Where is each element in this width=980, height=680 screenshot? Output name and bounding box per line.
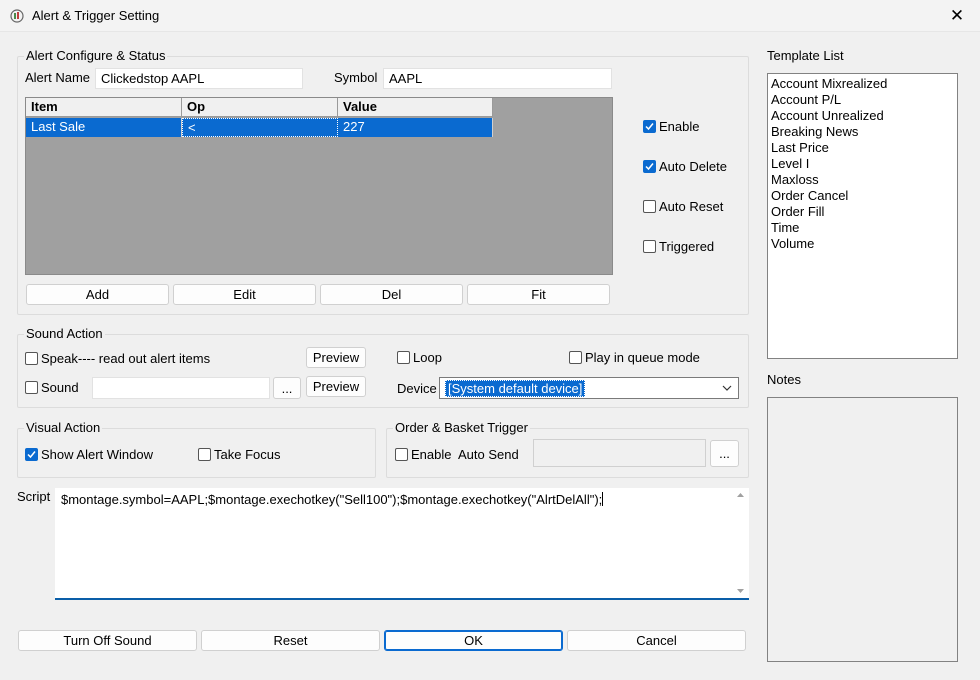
alert-configure-title: Alert Configure & Status [24,48,168,63]
list-item[interactable]: Account P/L [768,92,957,108]
device-label: Device [397,381,437,396]
symbol-label: Symbol [334,70,378,85]
sound-action-title: Sound Action [24,326,105,341]
text-caret [602,492,604,506]
checkbox-box [25,352,38,365]
show-alert-window-checkbox[interactable]: Show Alert Window [25,447,153,462]
enable-checkbox[interactable]: Enable [643,119,699,134]
column-header-item[interactable]: Item [26,98,182,117]
list-item[interactable]: Order Cancel [768,188,957,204]
loop-checkbox[interactable]: Loop [397,350,442,365]
take-focus-checkbox[interactable]: Take Focus [198,447,280,462]
cell-op[interactable]: < [182,118,338,137]
auto-delete-label: Auto Delete [659,159,727,174]
sound-browse-button[interactable]: ... [273,377,301,399]
speak-label: Speak---- read out alert items [41,351,211,366]
loop-label: Loop [413,350,442,365]
list-item[interactable]: Level I [768,156,957,172]
window-title: Alert & Trigger Setting [32,8,160,23]
list-item[interactable]: Time [768,220,957,236]
speak-checkbox[interactable]: Speak---- read out alert items [25,351,210,366]
add-button[interactable]: Add [26,284,169,305]
cell-item[interactable]: Last Sale [26,118,182,137]
list-item[interactable]: Last Price [768,140,957,156]
triggered-label: Triggered [659,239,715,254]
queue-mode-label: Play in queue mode [585,350,700,365]
title-bar: Alert & Trigger Setting ✕ [0,0,980,32]
queue-mode-checkbox[interactable]: Play in queue mode [569,350,700,365]
del-button[interactable]: Del [320,284,463,305]
device-selected-value: [System default device] [445,380,586,397]
checkbox-box [643,240,656,253]
alert-name-label: Alert Name [25,70,91,85]
checkbox-box [397,351,410,364]
order-basket-title: Order & Basket Trigger [393,420,530,435]
order-enable-label: Enable [411,447,452,462]
app-icon [10,9,24,23]
column-header-op[interactable]: Op [182,98,338,117]
column-header-value[interactable]: Value [338,98,493,117]
checkbox-box [395,448,408,461]
order-enable-checkbox[interactable]: Enable [395,447,451,462]
grid-header: Item Op Value [26,98,493,117]
checkmark-icon [643,120,656,133]
edit-button[interactable]: Edit [173,284,316,305]
turn-off-sound-button[interactable]: Turn Off Sound [18,630,197,651]
table-row[interactable]: Last Sale < 227 [26,118,493,137]
show-alert-window-label: Show Alert Window [41,447,153,462]
script-scrollbar[interactable] [732,488,749,598]
template-list[interactable]: Account Mixrealized Account P/L Account … [767,73,958,359]
triggered-checkbox[interactable]: Triggered [643,239,714,254]
checkbox-box [198,448,211,461]
close-button[interactable]: ✕ [934,0,980,32]
cancel-button[interactable]: Cancel [567,630,746,651]
list-item[interactable]: Account Unrealized [768,108,957,124]
alert-name-input[interactable]: Clickedstop AAPL [95,68,303,89]
sound-file-input[interactable] [92,377,270,399]
list-item[interactable]: Account Mixrealized [768,76,957,92]
auto-send-label: Auto Send [458,447,519,462]
ok-button[interactable]: OK [384,630,563,651]
take-focus-label: Take Focus [214,447,281,462]
sound-preview-button[interactable]: Preview [306,376,366,397]
close-icon: ✕ [949,6,965,25]
condition-grid[interactable]: Item Op Value Last Sale < 227 [25,97,613,275]
script-value: $montage.symbol=AAPL;$montage.exechotkey… [61,492,603,507]
template-list-title: Template List [767,48,844,63]
checkmark-icon [643,160,656,173]
chevron-down-icon [722,385,732,391]
list-item[interactable]: Volume [768,236,957,252]
script-text: $montage.symbol=AAPL;$montage.exechotkey… [61,492,604,507]
checkbox-box [569,351,582,364]
order-browse-button[interactable]: ... [710,440,739,467]
checkmark-icon [25,448,38,461]
speak-preview-button[interactable]: Preview [306,347,366,368]
script-label: Script [17,489,51,504]
visual-action-title: Visual Action [24,420,103,435]
list-item[interactable]: Maxloss [768,172,957,188]
sound-checkbox[interactable]: Sound [25,380,79,395]
symbol-input[interactable]: AAPL [383,68,612,89]
sound-label: Sound [41,380,79,395]
auto-delete-checkbox[interactable]: Auto Delete [643,159,727,174]
reset-button[interactable]: Reset [201,630,380,651]
device-select[interactable]: [System default device] [439,377,739,399]
notes-title: Notes [767,372,801,387]
auto-reset-checkbox[interactable]: Auto Reset [643,199,723,214]
list-item[interactable]: Order Fill [768,204,957,220]
cell-value[interactable]: 227 [338,118,493,137]
checkbox-box [643,200,656,213]
notes-area[interactable] [767,397,958,662]
enable-label: Enable [659,119,700,134]
script-editor[interactable]: $montage.symbol=AAPL;$montage.exechotkey… [55,488,749,600]
list-item[interactable]: Breaking News [768,124,957,140]
auto-reset-label: Auto Reset [659,199,724,214]
fit-button[interactable]: Fit [467,284,610,305]
auto-send-input[interactable] [533,439,706,467]
checkbox-box [25,381,38,394]
